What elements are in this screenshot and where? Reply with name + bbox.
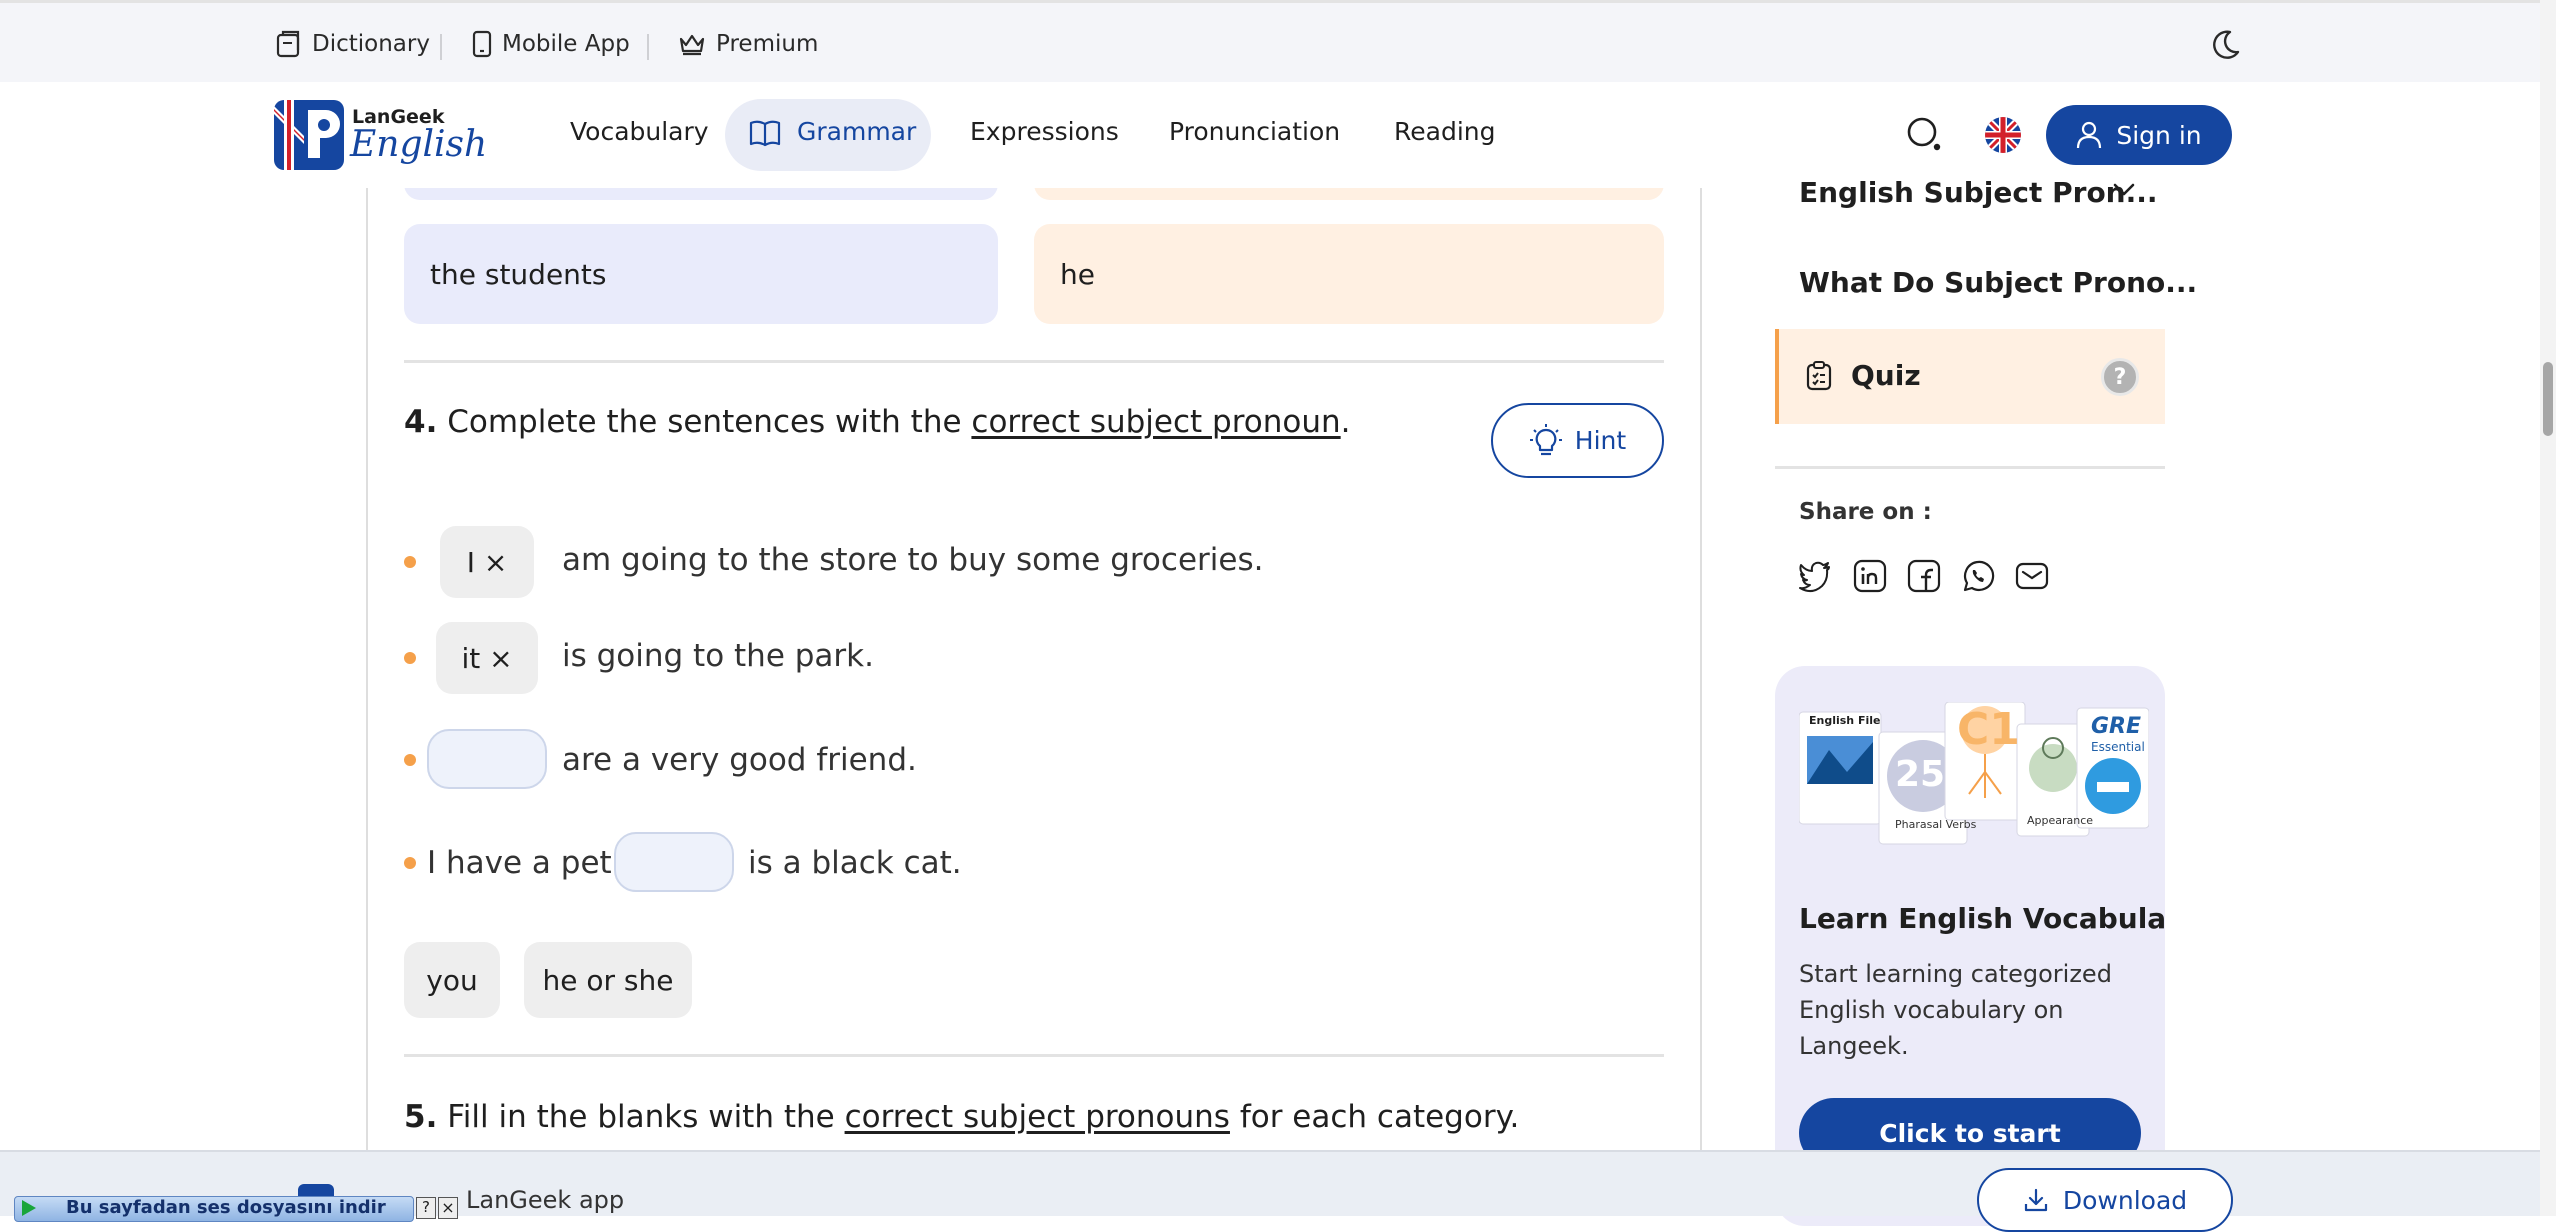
email-icon[interactable]: [2015, 559, 2049, 593]
langeek-logo[interactable]: [274, 100, 344, 170]
quiz-label: Quiz: [1851, 359, 1921, 392]
bullet-dot: [404, 754, 416, 766]
page-scrollbar[interactable]: [2540, 0, 2556, 1216]
play-icon[interactable]: [22, 1200, 36, 1216]
dark-mode-moon-icon[interactable]: [2208, 28, 2242, 62]
vocabulary-promo-card: English File 250 Pharasal Verbs C1 Appea…: [1775, 666, 2165, 1226]
search-icon[interactable]: [1906, 116, 1944, 154]
promo-text: Start learning categorized English vocab…: [1799, 960, 2112, 1060]
dictionary-icon: [276, 30, 302, 58]
bullet-dot: [404, 857, 416, 869]
book-open-icon: [749, 119, 781, 149]
question-text: Complete the sentences with the: [437, 404, 972, 440]
crown-icon: [678, 32, 706, 56]
premium-label: Premium: [716, 31, 819, 57]
nav-grammar-label: Grammar: [797, 117, 917, 146]
question-number: 5.: [404, 1099, 438, 1135]
chevron-down-icon[interactable]: [2112, 182, 2136, 198]
share-label: Share on :: [1799, 499, 1932, 525]
bullet-dot: [404, 556, 416, 568]
section-divider: [404, 1054, 1664, 1057]
divider: [440, 34, 442, 60]
dictionary-label: Dictionary: [312, 31, 430, 57]
lightbulb-icon: [1529, 423, 1563, 458]
book-number: C1: [1957, 704, 2020, 755]
nav-expressions[interactable]: Expressions: [970, 117, 1119, 146]
table-cell: the students: [404, 224, 998, 324]
download-label: Download: [2062, 1185, 2188, 1215]
scrollbar-thumb[interactable]: [2543, 362, 2553, 436]
question-number: 4.: [404, 404, 438, 440]
book-number: 250: [1895, 754, 1971, 795]
question-text: Fill in the blanks with the: [437, 1099, 845, 1135]
sentence-text: am going to the store to buy some grocer…: [562, 542, 1264, 578]
download-icon: [2023, 1187, 2049, 1213]
book-caption: Pharasal Verbs: [1895, 818, 1977, 831]
dictionary-link[interactable]: Dictionary: [276, 28, 430, 60]
sentence-text: is going to the park.: [562, 638, 874, 674]
nav-reading[interactable]: Reading: [1394, 117, 1495, 146]
promo-title: Learn English Vocabulary: [1799, 902, 2165, 935]
toc-item-quiz[interactable]: Quiz ?: [1775, 329, 2165, 424]
question-5-title: 5. Fill in the blanks with the correct s…: [404, 1099, 1519, 1135]
book-subtitle: Essential: [2091, 740, 2145, 754]
section-divider: [404, 360, 1664, 363]
promo-books-illustration: English File 250 Pharasal Verbs C1 Appea…: [1799, 702, 2149, 852]
logo-text-bottom: English: [350, 124, 488, 165]
sentence-prefix: I have a pet.: [427, 845, 622, 881]
mobile-app-link[interactable]: Mobile App: [472, 28, 630, 60]
divider: [647, 34, 649, 60]
toc-item-subject-pronouns[interactable]: English Subject Pron...: [1799, 176, 2158, 209]
nav-grammar[interactable]: Grammar: [725, 99, 931, 171]
nav-vocabulary[interactable]: Vocabulary: [570, 117, 709, 146]
facebook-icon[interactable]: [1907, 559, 1941, 593]
premium-link[interactable]: Premium: [678, 28, 818, 60]
audio-download-bar[interactable]: Bu sayfadan ses dosyasını indir ? ×: [14, 1196, 464, 1222]
download-button[interactable]: Download: [1977, 1168, 2233, 1232]
sidebar-divider: [1775, 466, 2165, 469]
question-link[interactable]: correct subject pronouns: [845, 1099, 1230, 1135]
bullet-dot: [404, 652, 416, 664]
twitter-icon[interactable]: [1798, 559, 1832, 593]
filled-answer-chip[interactable]: I ×: [440, 526, 534, 598]
user-icon: [2076, 121, 2102, 149]
table-cell: he: [1034, 224, 1664, 324]
mobile-phone-icon: [472, 30, 492, 58]
hint-label: Hint: [1574, 426, 1627, 455]
sign-in-label: Sign in: [2116, 120, 2202, 150]
audio-download-text[interactable]: Bu sayfadan ses dosyasını indir: [66, 1197, 386, 1218]
sentence-text: are a very good friend.: [562, 742, 917, 778]
book-caption: Appearance: [2027, 814, 2094, 827]
uk-flag-language-icon[interactable]: [1984, 116, 2022, 154]
app-banner-text: LanGeek app: [466, 1186, 625, 1214]
sentence-text: is a black cat.: [748, 845, 962, 881]
hint-button[interactable]: Hint: [1491, 403, 1664, 478]
whatsapp-icon[interactable]: [1961, 559, 1995, 593]
question-text-end: for each category.: [1229, 1099, 1520, 1135]
help-badge: ?: [2101, 358, 2139, 396]
answer-blank[interactable]: [614, 832, 734, 892]
content-left-border: [366, 188, 368, 1150]
option-chip[interactable]: he or she: [524, 942, 692, 1018]
sign-in-button[interactable]: Sign in: [2046, 105, 2232, 165]
clipboard-check-icon: [1805, 361, 1833, 391]
mobile-app-label: Mobile App: [502, 31, 630, 57]
answer-blank[interactable]: [427, 729, 547, 789]
linkedin-icon[interactable]: [1853, 559, 1887, 593]
question-link[interactable]: correct subject pronoun: [971, 404, 1340, 440]
nav-pronunciation[interactable]: Pronunciation: [1169, 117, 1340, 146]
toc-item-what-do[interactable]: What Do Subject Prono...: [1799, 266, 2197, 299]
book-title: GRE: [2091, 714, 2142, 739]
book-title: English File: [1809, 714, 1881, 727]
filled-answer-chip[interactable]: it ×: [436, 622, 538, 694]
option-chip[interactable]: you: [404, 942, 500, 1018]
question-4-title: 4. Complete the sentences with the corre…: [404, 404, 1351, 440]
content-right-border: [1700, 188, 1702, 1150]
question-text-end: .: [1340, 404, 1351, 440]
